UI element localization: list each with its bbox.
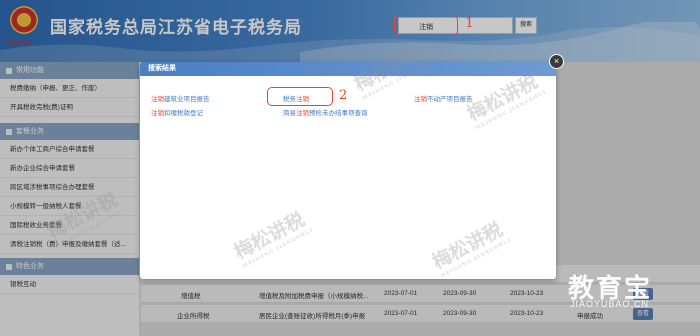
brand-url: JIAOYUBAO.CN <box>570 299 650 309</box>
annotation-number: 1 <box>465 15 474 31</box>
close-icon[interactable]: × <box>549 54 564 69</box>
annotation-highlight-result <box>267 87 333 106</box>
search-result-link[interactable]: 简易注销预检未办结事项查询 <box>283 107 368 117</box>
annotation-number: 2 <box>339 88 348 103</box>
result-text: 建筑业项目报告 <box>164 96 210 103</box>
result-keyword: 注销 <box>296 110 309 117</box>
search-result-link[interactable]: 注销扣缴税款登记 <box>151 107 203 117</box>
result-text: 扣缴税款登记 <box>164 110 203 117</box>
result-keyword: 注销 <box>151 110 164 117</box>
result-text: 简易 <box>283 110 296 117</box>
result-text: 预检未办结事项查询 <box>309 110 368 117</box>
search-result-link[interactable]: 注销建筑业项目报告 <box>151 93 210 103</box>
result-keyword: 注销 <box>414 96 427 103</box>
result-keyword: 注销 <box>151 96 164 103</box>
modal-title: 搜索结果 <box>140 62 556 76</box>
annotation-highlight-search <box>394 15 458 36</box>
